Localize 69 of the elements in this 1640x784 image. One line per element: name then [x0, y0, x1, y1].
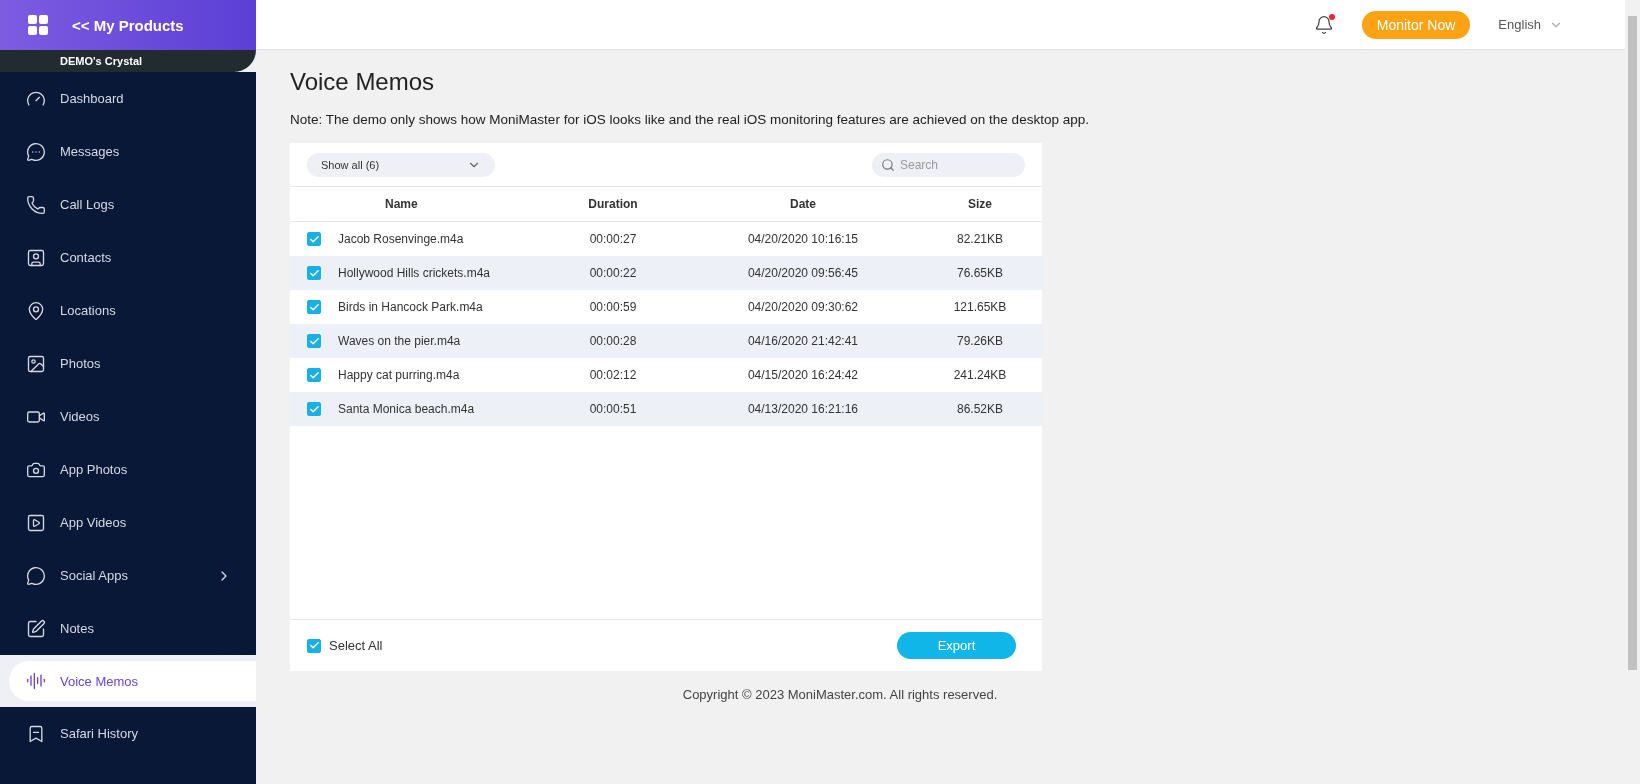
play-icon — [26, 512, 46, 533]
table-cell-text: 121.65KB — [952, 300, 1008, 314]
table-cell-text: Birds in Hancock Park.m4a — [338, 300, 484, 314]
search-icon — [881, 157, 895, 172]
table-cell-text: 86.52KB — [955, 402, 1004, 416]
page-title: Voice Memos — [290, 68, 436, 96]
contact-card-icon — [26, 247, 46, 268]
table-cell-text: 04/16/2020 21:42:41 — [746, 334, 860, 348]
sidebar-item[interactable]: Safari History — [0, 707, 256, 760]
language-dropdown[interactable]: English — [1498, 17, 1563, 32]
speech-bubble-icon — [26, 565, 46, 586]
table-cell-text: 00:00:27 — [588, 232, 638, 246]
table-cell-text: Waves on the pier.m4a — [338, 334, 462, 348]
image-icon — [26, 353, 46, 374]
copyright-text: Copyright © 2023 MoniMaster.com. All rights reserved. — [681, 687, 999, 702]
table-cell-text: Happy cat purring.m4a — [338, 368, 461, 382]
table-cell-text: 76.65KB — [955, 266, 1004, 280]
table-cell-text: 04/20/2020 09:56:45 — [746, 266, 860, 280]
checkbox[interactable] — [307, 232, 321, 246]
table-cell-text: 00:02:12 — [588, 368, 638, 382]
sidebar-item[interactable]: Voice Memos — [9, 661, 256, 701]
search-field[interactable]: Search — [872, 152, 1025, 177]
sidebar-item[interactable]: Locations — [0, 284, 256, 337]
table-cell-text: 00:00:28 — [588, 334, 638, 348]
sidebar-item[interactable]: Messages — [0, 125, 256, 178]
sidebar-item[interactable]: Call Logs — [0, 178, 256, 231]
sidebar-item[interactable]: Videos — [0, 390, 256, 443]
demo-note: Note: The demo only shows how MoniMaster for iOS looks like and the real iOS monitoring features are achieved on the desktop app. — [290, 112, 1090, 127]
pen-square-icon — [26, 618, 46, 639]
filter-dropdown[interactable]: Show all (6) — [307, 152, 495, 177]
column-header: Name — [384, 197, 419, 211]
table-cell-text: 241.24KB — [952, 368, 1008, 382]
checkbox[interactable] — [307, 334, 321, 348]
table-cell-text: 79.26KB — [955, 334, 1004, 348]
map-pin-icon — [26, 300, 46, 321]
sidebar-item[interactable]: Dashboard — [0, 72, 256, 125]
checkbox[interactable] — [307, 266, 321, 280]
table-cell-text: 04/13/2020 16:21:16 — [746, 402, 860, 416]
sidebar-item[interactable]: Notes — [0, 602, 256, 655]
audio-wave-icon — [26, 671, 46, 691]
table-cell-text: Hollywood Hills crickets.m4a — [338, 266, 492, 280]
table-cell-text: 00:00:22 — [588, 266, 638, 280]
sidebar-item[interactable]: App Videos — [0, 496, 256, 549]
checkbox[interactable] — [307, 300, 321, 314]
sidebar-item[interactable]: App Photos — [0, 443, 256, 496]
table-cell-text: 04/20/2020 09:30:62 — [746, 300, 860, 314]
sidebar-item[interactable]: Social Apps — [0, 549, 256, 602]
grid-logo-icon — [26, 13, 50, 37]
select-all-label: Select All — [329, 638, 383, 653]
table-cell-text: Santa Monica beach.m4a — [338, 402, 476, 416]
table-cell-text: 00:00:59 — [588, 300, 638, 314]
phone-icon — [26, 194, 46, 215]
sidebar-item[interactable]: Contacts — [0, 231, 256, 284]
notification-bell[interactable] — [1313, 14, 1334, 35]
table-cell-text: Jacob Rosenvinge.m4a — [338, 232, 465, 246]
table-cell-text: 82.21KB — [955, 232, 1004, 246]
column-header: Duration — [587, 197, 639, 211]
user-name: DEMO's Crystal — [60, 55, 143, 67]
table-cell-text: 00:00:51 — [588, 402, 638, 416]
column-header: Date — [789, 197, 817, 211]
checkbox[interactable] — [307, 638, 321, 653]
sidebar-item[interactable]: Photos — [0, 337, 256, 390]
my-products-link[interactable]: << My Products — [72, 16, 184, 34]
table-cell-text: 04/20/2020 10:16:15 — [746, 232, 860, 246]
checkbox[interactable] — [307, 402, 321, 416]
checkbox[interactable] — [307, 368, 321, 382]
column-header: Size — [967, 197, 993, 211]
chat-bubble-icon — [26, 141, 46, 162]
table-cell-text: 04/15/2020 16:24:42 — [746, 368, 860, 382]
